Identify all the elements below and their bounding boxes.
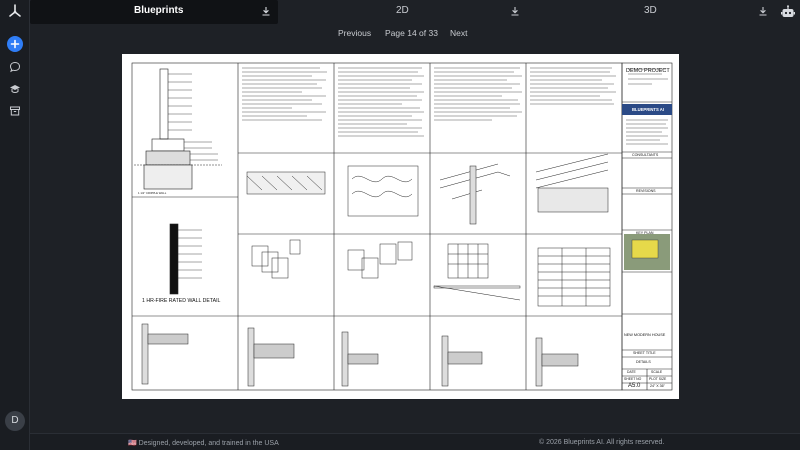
tab-label: Blueprints [134,5,184,16]
project-name: DEMO PROJECT [626,68,670,74]
chat-icon[interactable] [9,61,21,73]
detail-title: 1 HR-FIRE RATED WALL DETAIL [142,298,221,304]
job-title: NEW MODERN HOUSE [624,333,666,337]
brand-label: BLUEPRINTS AI [632,107,664,112]
download-icon[interactable] [758,6,768,16]
plot-size-label: PLOT SIZE [649,377,667,381]
footer: 🇺🇸 Designed, developed, and trained in t… [30,433,800,450]
left-rail: D [0,0,30,450]
footer-copyright: © 2026 Blueprints AI. All rights reserve… [539,439,665,446]
blueprint-sheet[interactable]: 1 1/2" CRIPPLE WALL 1 HR-FIRE RATED WALL… [122,54,679,399]
key-plan-label: KEY PLAN [636,231,654,235]
tab-2d[interactable]: 2D [278,0,524,24]
new-project-button[interactable] [7,36,23,52]
page-indicator: Page 14 of 33 [385,28,438,38]
view-tabs: Blueprints 2D 3D [30,0,770,24]
tab-3d[interactable]: 3D [524,0,770,24]
assistant-bot-icon[interactable] [780,4,796,20]
blueprint-drawing: 1 1/2" CRIPPLE WALL 1 HR-FIRE RATED WALL… [131,62,673,391]
date-label: DATE [627,370,636,374]
learn-icon[interactable] [9,83,21,95]
revisions-label: REVISIONS [636,189,656,193]
download-icon[interactable] [261,6,271,16]
plus-icon [10,39,20,49]
consultants-label: CONSULTANTS [632,153,659,157]
plot-size: 24" X 36" [650,384,665,388]
sheet-title: DETAILS [636,360,651,364]
user-avatar[interactable]: D [5,411,25,431]
sheet-number: A5.0 [628,383,641,389]
svg-text:1 1/2" CRIPPLE WALL: 1 1/2" CRIPPLE WALL [138,191,167,195]
footer-made-in-usa: 🇺🇸 Designed, developed, and trained in t… [128,440,279,447]
sheet-no-label: SHEET NO [624,377,642,381]
next-page-button[interactable]: Next [450,28,467,38]
app-logo-icon[interactable] [7,3,23,19]
archive-icon[interactable] [9,105,21,117]
scale-label: SCALE [651,370,663,374]
tab-blueprints[interactable]: Blueprints [30,0,278,24]
tab-label: 3D [644,5,657,16]
sheet-title-label: SHEET TITLE [633,351,656,355]
previous-page-button[interactable]: Previous [338,28,371,38]
download-icon[interactable] [510,6,520,16]
tab-label: 2D [396,5,409,16]
